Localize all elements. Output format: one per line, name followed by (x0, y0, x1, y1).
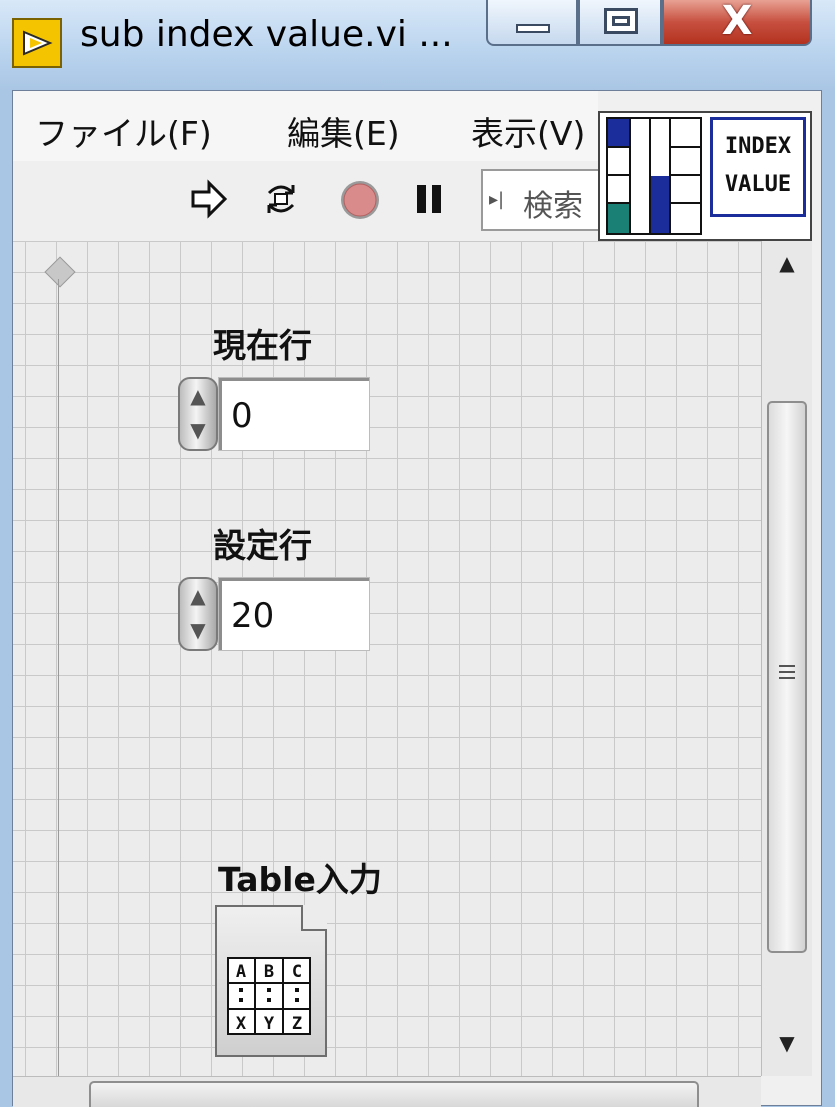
run-continuously-button[interactable] (261, 179, 301, 219)
toolbar: ▸| 検索 (13, 161, 621, 243)
connector-pane-icon (606, 117, 702, 235)
table-cell-x: X (236, 1014, 247, 1034)
horizontal-scroll-thumb[interactable] (89, 1081, 699, 1107)
close-icon: X (721, 0, 753, 44)
run-button[interactable] (189, 179, 229, 219)
current-row-label: 現在行 (213, 326, 312, 365)
table-cell-z: Z (292, 1014, 302, 1034)
scroll-up-icon[interactable]: ▲ (762, 251, 812, 275)
current-row-spinner[interactable]: ▲ ▼ (178, 377, 218, 451)
labview-app-icon (12, 18, 62, 68)
table-icon: A B C X Y Z (227, 957, 311, 1035)
close-button[interactable]: X (662, 0, 812, 46)
minimize-icon (516, 24, 550, 33)
table-input-label: Table入力 (218, 860, 382, 899)
maximize-icon (604, 8, 638, 34)
decrement-arrow-icon[interactable]: ▼ (186, 415, 210, 445)
menu-view[interactable]: 表示(V) (471, 107, 585, 155)
menu-bar: ファイル(F) 編集(E) 表示(V) (13, 91, 598, 162)
maximize-button[interactable] (578, 0, 662, 46)
vertical-scrollbar[interactable]: ▲ ▼ (761, 241, 812, 1076)
set-row-input[interactable]: 20 (218, 577, 370, 651)
increment-arrow-icon[interactable]: ▲ (186, 581, 210, 611)
set-row-spinner[interactable]: ▲ ▼ (178, 577, 218, 651)
set-row-value: 20 (231, 596, 275, 636)
vi-icon-text-line1: INDEX (724, 134, 792, 159)
scroll-down-icon[interactable]: ▼ (762, 1031, 812, 1055)
set-row-control[interactable]: ▲ ▼ 20 (178, 573, 370, 653)
search-placeholder: 検索 (523, 189, 583, 224)
title-bar[interactable]: sub index value.vi ... X (0, 0, 835, 90)
current-row-value: 0 (231, 396, 253, 436)
window-title: sub index value.vi ... (80, 14, 453, 55)
page-fold-icon (301, 905, 327, 931)
horizontal-scrollbar[interactable] (13, 1076, 761, 1107)
run-arrow-icon (191, 179, 228, 219)
vertical-scroll-thumb[interactable] (767, 401, 807, 953)
vi-icon: INDEX VALUE (710, 117, 806, 217)
front-panel[interactable]: 現在行 ▲ ▼ 0 設定行 ▲ ▼ 20 Table入力 A B C X Y Z (13, 241, 761, 1076)
menu-edit[interactable]: 編集(E) (287, 107, 400, 155)
pause-icon (417, 185, 441, 213)
current-row-input[interactable]: 0 (218, 377, 370, 451)
abort-button[interactable] (339, 179, 379, 219)
panel-origin-marker (44, 256, 76, 288)
connector-pane-area[interactable]: INDEX VALUE (598, 111, 812, 241)
increment-arrow-icon[interactable]: ▲ (186, 381, 210, 411)
set-row-label: 設定行 (213, 526, 312, 565)
panel-origin-line (58, 279, 59, 1076)
run-continuously-icon (267, 185, 295, 213)
minimize-button[interactable] (486, 0, 578, 46)
vi-icon-text-line2: VALUE (724, 172, 792, 197)
window-client-area: ファイル(F) 編集(E) 表示(V) ▸| 検索 INDEX VALUE 現在… (12, 90, 822, 1107)
grip-icon (779, 665, 795, 683)
search-dropdown-icon: ▸| (489, 189, 505, 210)
table-cell-a: A (236, 962, 246, 982)
table-input-control[interactable]: A B C X Y Z (215, 905, 327, 1057)
menu-file[interactable]: ファイル(F) (35, 107, 212, 155)
table-cell-y: Y (264, 1014, 275, 1034)
current-row-control[interactable]: ▲ ▼ 0 (178, 373, 370, 453)
pause-button[interactable] (409, 179, 449, 219)
stop-icon (341, 181, 379, 219)
table-cell-b: B (264, 962, 274, 982)
decrement-arrow-icon[interactable]: ▼ (186, 615, 210, 645)
table-cell-c: C (292, 962, 302, 982)
